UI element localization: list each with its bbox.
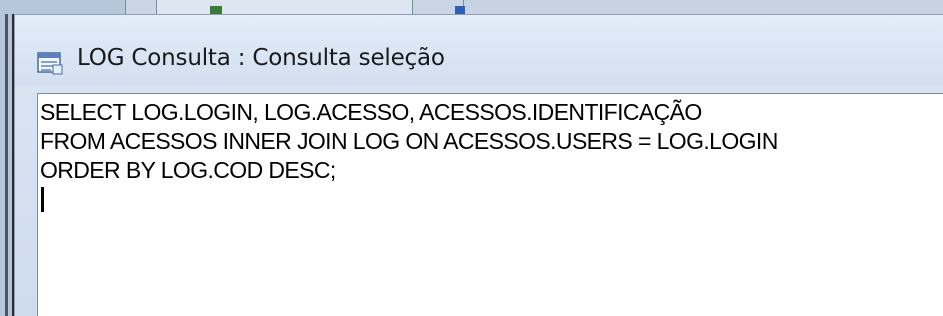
query-title-bar[interactable]: LOG Consulta : Consulta seleção xyxy=(15,15,943,87)
background-toolbar-segment xyxy=(0,0,126,14)
screen: LOG Consulta : Consulta seleção SELECT L… xyxy=(0,0,943,316)
window-title: LOG Consulta : Consulta seleção xyxy=(77,45,445,71)
text-cursor xyxy=(41,187,44,212)
background-blue-icon xyxy=(455,6,465,14)
query-datasheet-icon xyxy=(37,51,63,75)
background-toolbar-strip xyxy=(0,0,943,15)
background-window-edge xyxy=(0,14,14,316)
background-green-icon xyxy=(210,6,222,14)
sql-line-1[interactable]: SELECT LOG.LOGIN, LOG.ACESSO, ACESSOS.ID… xyxy=(40,98,943,127)
sql-line-2[interactable]: FROM ACESSOS INNER JOIN LOG ON ACESSOS.U… xyxy=(40,127,943,156)
sql-editor[interactable]: SELECT LOG.LOGIN, LOG.ACESSO, ACESSOS.ID… xyxy=(37,93,943,316)
window-border xyxy=(5,14,8,316)
sql-line-3[interactable]: ORDER BY LOG.COD DESC; xyxy=(40,156,943,185)
query-window[interactable]: LOG Consulta : Consulta seleção SELECT L… xyxy=(14,14,943,316)
background-toolbar-segment xyxy=(126,0,157,14)
background-toolbar-segment xyxy=(157,0,413,14)
